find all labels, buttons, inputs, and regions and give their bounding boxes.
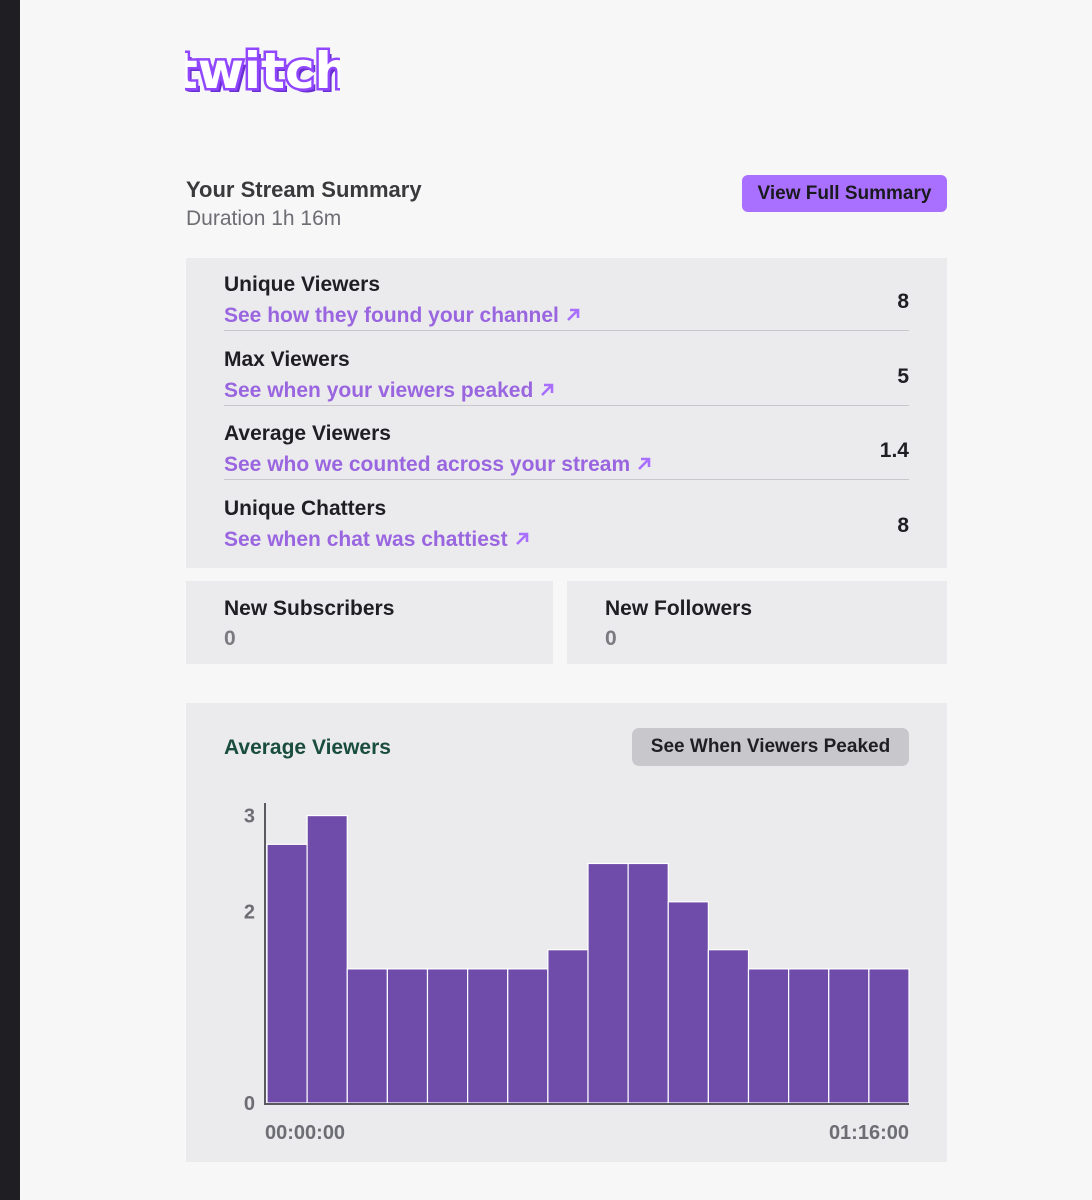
stat-link-text: See when your viewers peaked xyxy=(224,379,534,402)
arrow-up-right-icon xyxy=(636,454,652,478)
chart-bar xyxy=(707,949,750,1104)
stat-label: Max Viewers xyxy=(224,348,350,371)
chart-bar xyxy=(747,968,790,1104)
new-followers-value: 0 xyxy=(605,627,617,650)
chart-y-tick-label: 2 xyxy=(244,901,255,923)
stat-link-average-viewers[interactable]: See who we counted across your stream xyxy=(224,453,652,478)
stat-link-text: See when chat was chattiest xyxy=(224,528,508,551)
chart-bar xyxy=(868,968,910,1104)
chart-bar xyxy=(507,968,549,1104)
stat-label: Unique Viewers xyxy=(224,273,381,296)
average-viewers-chart: 0 2 3 00:00:00 01:16:00 xyxy=(244,803,910,1144)
chart-bar xyxy=(587,862,629,1104)
stat-row-unique-chatters: Unique Chatters See when chat was chatti… xyxy=(224,482,909,555)
logo-text: twitch xyxy=(185,44,340,100)
summary-title: Your Stream Summary xyxy=(186,177,422,202)
stat-row-unique-viewers: Unique Viewers See how they found your c… xyxy=(224,258,909,331)
chart-bar xyxy=(386,968,429,1104)
stat-label: Average Viewers xyxy=(224,422,391,445)
chart-bar xyxy=(306,814,348,1104)
stat-link-unique-viewers[interactable]: See how they found your channel xyxy=(224,304,581,329)
stat-link-unique-chatters[interactable]: See when chat was chattiest xyxy=(224,528,530,553)
stat-value: 1.4 xyxy=(879,439,909,462)
stat-value: 8 xyxy=(897,290,909,313)
stat-link-text: See who we counted across your stream xyxy=(224,453,631,476)
chart-y-tick-label: 3 xyxy=(244,806,255,828)
arrow-up-right-icon xyxy=(514,529,530,553)
arrow-up-right-icon xyxy=(539,380,555,404)
stat-link-max-viewers[interactable]: See when your viewers peaked xyxy=(224,379,555,404)
stat-label: Unique Chatters xyxy=(224,497,387,520)
new-subscribers-card: New Subscribers 0 xyxy=(186,581,553,664)
twitch-logo: twitch twitch xyxy=(171,40,354,105)
chart-bar xyxy=(788,968,830,1104)
chart-bar xyxy=(627,862,669,1104)
stat-link-text: See how they found your channel xyxy=(224,304,559,327)
new-followers-card: New Followers 0 xyxy=(567,581,947,664)
chart-x-end-label: 01:16:00 xyxy=(829,1122,909,1144)
chart-bar xyxy=(426,968,469,1104)
chart-x-start-label: 00:00:00 xyxy=(265,1122,345,1144)
summary-duration: Duration 1h 16m xyxy=(186,207,342,230)
stat-row-max-viewers: Max Viewers See when your viewers peaked… xyxy=(224,333,909,406)
chart-bar xyxy=(266,843,308,1104)
average-viewers-chart-card: Average Viewers See When Viewers Peaked … xyxy=(186,703,947,1162)
window-edge xyxy=(0,0,20,1200)
new-followers-label: New Followers xyxy=(605,597,753,620)
chart-bar xyxy=(346,968,388,1104)
chart-bar xyxy=(467,968,509,1104)
chart-bar xyxy=(547,949,589,1104)
chart-bar xyxy=(667,901,709,1104)
stat-value: 8 xyxy=(897,514,909,537)
view-full-summary-button[interactable]: View Full Summary xyxy=(742,175,947,212)
chart-y-tick-label: 0 xyxy=(244,1093,255,1115)
chart-bar xyxy=(828,968,870,1104)
stat-value: 5 xyxy=(897,365,909,388)
stat-row-average-viewers: Average Viewers See who we counted acros… xyxy=(224,407,909,480)
arrow-up-right-icon xyxy=(565,305,581,329)
new-subscribers-label: New Subscribers xyxy=(224,597,395,620)
stats-card: Unique Viewers See how they found your c… xyxy=(186,258,947,568)
new-subscribers-value: 0 xyxy=(224,627,236,650)
